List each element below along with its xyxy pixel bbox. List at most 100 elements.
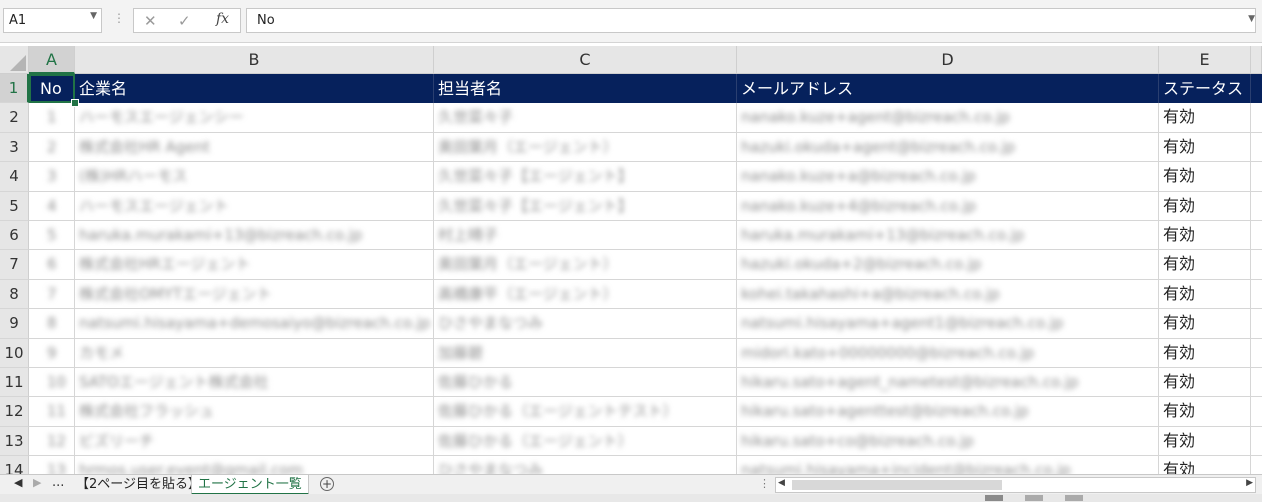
- header-status[interactable]: ステータス: [1159, 74, 1251, 104]
- horizontal-scrollbar[interactable]: ◀ ▶: [775, 477, 1256, 493]
- cell-contact[interactable]: 奥田葉月（エージェント）: [434, 132, 737, 162]
- insert-function-icon[interactable]: fx: [216, 11, 229, 27]
- previous-sheet-icon[interactable]: ◀: [14, 476, 22, 489]
- cell-no[interactable]: 6: [29, 250, 75, 279]
- cell-company[interactable]: ハーモスエージェンシー: [75, 103, 434, 132]
- cell-email[interactable]: nanako.kuze+a@bizreach.co.jp: [737, 162, 1159, 191]
- column-header-e[interactable]: E: [1159, 46, 1251, 74]
- cell-email[interactable]: hikaru.sato+co@bizreach.co.jp: [737, 426, 1159, 456]
- cell-status[interactable]: 有効: [1159, 368, 1251, 397]
- cell-no[interactable]: 11: [29, 397, 75, 426]
- tab-splitter-handle[interactable]: ⋮: [759, 477, 770, 490]
- row-header[interactable]: 8: [0, 279, 29, 310]
- cell-status[interactable]: 有効: [1159, 103, 1251, 132]
- cell-email[interactable]: hazuki.okuda+2@bizreach.co.jp: [737, 250, 1159, 279]
- cell-contact[interactable]: 久世菜々子: [434, 103, 737, 132]
- cell-company[interactable]: natsumi.hisayama+demosaiyo@bizreach.co.j…: [75, 309, 434, 338]
- cell-no[interactable]: 13: [29, 456, 75, 474]
- row-header[interactable]: 7: [0, 250, 29, 280]
- fill-handle[interactable]: [71, 99, 79, 107]
- cell-status[interactable]: 有効: [1159, 250, 1251, 279]
- row-header[interactable]: 3: [0, 132, 29, 163]
- spreadsheet-grid[interactable]: A B C D E No 企業名 担当者名 メールアドレス ステータス 1234…: [0, 46, 1262, 474]
- cell-company[interactable]: SATOエージェント株式会社: [75, 368, 434, 397]
- column-header-c[interactable]: C: [434, 46, 737, 74]
- column-header-f[interactable]: [1251, 46, 1262, 74]
- cell-status[interactable]: 有効: [1159, 456, 1251, 474]
- cell-no[interactable]: 12: [29, 426, 75, 456]
- scroll-left-icon[interactable]: ◀: [778, 478, 785, 488]
- cell-no[interactable]: 2: [29, 132, 75, 162]
- cell-email[interactable]: nanako.kuze+agent@bizreach.co.jp: [737, 103, 1159, 132]
- page-layout-view-icon[interactable]: [1025, 495, 1043, 501]
- cell-no[interactable]: 1: [29, 103, 75, 132]
- row-header[interactable]: 11: [0, 368, 29, 398]
- cell-email[interactable]: hikaru.sato+agenttest@bizreach.co.jp: [737, 397, 1159, 426]
- row-header[interactable]: 2: [0, 103, 29, 133]
- sheet-tab-agent-list[interactable]: エージェント一覧: [191, 475, 309, 495]
- cell-contact[interactable]: ひさやまなつみ: [434, 309, 737, 338]
- chevron-down-icon[interactable]: ▼: [90, 11, 97, 21]
- more-sheets-button[interactable]: ...: [52, 475, 64, 490]
- cell-email[interactable]: midori.kato+00000000@bizreach.co.jp: [737, 338, 1159, 367]
- select-all-button[interactable]: [0, 46, 29, 74]
- scroll-right-icon[interactable]: ▶: [1246, 478, 1253, 488]
- cell-contact[interactable]: 佐藤ひかる（エージェントテスト）: [434, 397, 737, 426]
- cell-company[interactable]: hrmos.user.event@gmail.com: [75, 456, 434, 474]
- next-sheet-icon[interactable]: ▶: [33, 476, 41, 489]
- column-header-d[interactable]: D: [737, 46, 1159, 74]
- cell-status[interactable]: 有効: [1159, 132, 1251, 162]
- cell-company[interactable]: 株式会社OMYTエージェント: [75, 279, 434, 309]
- cell-no[interactable]: 3: [29, 162, 75, 191]
- cell-email[interactable]: natsumi.hisayama+agent1@bizreach.co.jp: [737, 309, 1159, 338]
- page-break-view-icon[interactable]: [1065, 495, 1083, 501]
- sheet-tab-paste-page-2[interactable]: 【2ページ目を貼る】: [70, 475, 207, 495]
- row-header[interactable]: 1: [0, 74, 29, 104]
- cell-contact[interactable]: 久世菜々子【エージェント】: [434, 162, 737, 191]
- cell-status[interactable]: 有効: [1159, 397, 1251, 426]
- header-email[interactable]: メールアドレス: [737, 74, 1159, 104]
- header-contact[interactable]: 担当者名: [434, 74, 737, 104]
- normal-view-icon[interactable]: [985, 495, 1003, 501]
- cell-no[interactable]: 7: [29, 279, 75, 309]
- cell-company[interactable]: haruka.murakami+13@bizreach.co.jp: [75, 221, 434, 250]
- cell-status[interactable]: 有効: [1159, 221, 1251, 250]
- cell-no[interactable]: 4: [29, 191, 75, 220]
- formula-input[interactable]: No ▼: [246, 8, 1256, 33]
- row-header[interactable]: 5: [0, 191, 29, 221]
- cell-status[interactable]: 有効: [1159, 191, 1251, 220]
- row-header[interactable]: 13: [0, 426, 29, 457]
- cell-contact[interactable]: 加藤碧: [434, 338, 737, 367]
- cell-contact[interactable]: ひさやまなつみ: [434, 456, 737, 474]
- row-header[interactable]: 9: [0, 309, 29, 339]
- header-company[interactable]: 企業名: [75, 74, 434, 104]
- cell-status[interactable]: 有効: [1159, 309, 1251, 338]
- cell-no[interactable]: 9: [29, 338, 75, 367]
- add-sheet-icon[interactable]: +: [320, 477, 334, 491]
- column-header-a[interactable]: A: [29, 46, 75, 74]
- cancel-icon[interactable]: ✕: [144, 12, 157, 30]
- cell-no[interactable]: 8: [29, 309, 75, 338]
- scrollbar-thumb[interactable]: [792, 480, 1002, 490]
- column-header-b[interactable]: B: [75, 46, 434, 74]
- cell-status[interactable]: 有効: [1159, 162, 1251, 191]
- cell-contact[interactable]: 佐藤ひかる（エージェント）: [434, 426, 737, 456]
- cell-no[interactable]: 10: [29, 368, 75, 397]
- cell-status[interactable]: 有効: [1159, 426, 1251, 456]
- row-header[interactable]: 4: [0, 162, 29, 192]
- row-header[interactable]: 14: [0, 456, 29, 474]
- cell-contact[interactable]: 奥田葉月（エージェント）: [434, 250, 737, 279]
- check-icon[interactable]: ✓: [178, 12, 191, 30]
- cell-contact[interactable]: 村上晴子: [434, 221, 737, 250]
- cell-email[interactable]: nanako.kuze+4@bizreach.co.jp: [737, 191, 1159, 220]
- cell-company[interactable]: カモメ: [75, 338, 434, 367]
- cell-email[interactable]: hikaru.sato+agent_nametest@bizreach.co.j…: [737, 368, 1159, 397]
- cell-company[interactable]: 株式会社HRエージェント: [75, 250, 434, 279]
- row-header[interactable]: 12: [0, 397, 29, 427]
- cell-company[interactable]: 株式会社HR Agent: [75, 132, 434, 162]
- cell-contact[interactable]: 佐藤ひかる: [434, 368, 737, 397]
- cell-no[interactable]: 5: [29, 221, 75, 250]
- expand-formula-icon[interactable]: ▼: [1248, 14, 1255, 24]
- cell-status[interactable]: 有効: [1159, 338, 1251, 367]
- cell-contact[interactable]: 高橋康平（エージェント）: [434, 279, 737, 309]
